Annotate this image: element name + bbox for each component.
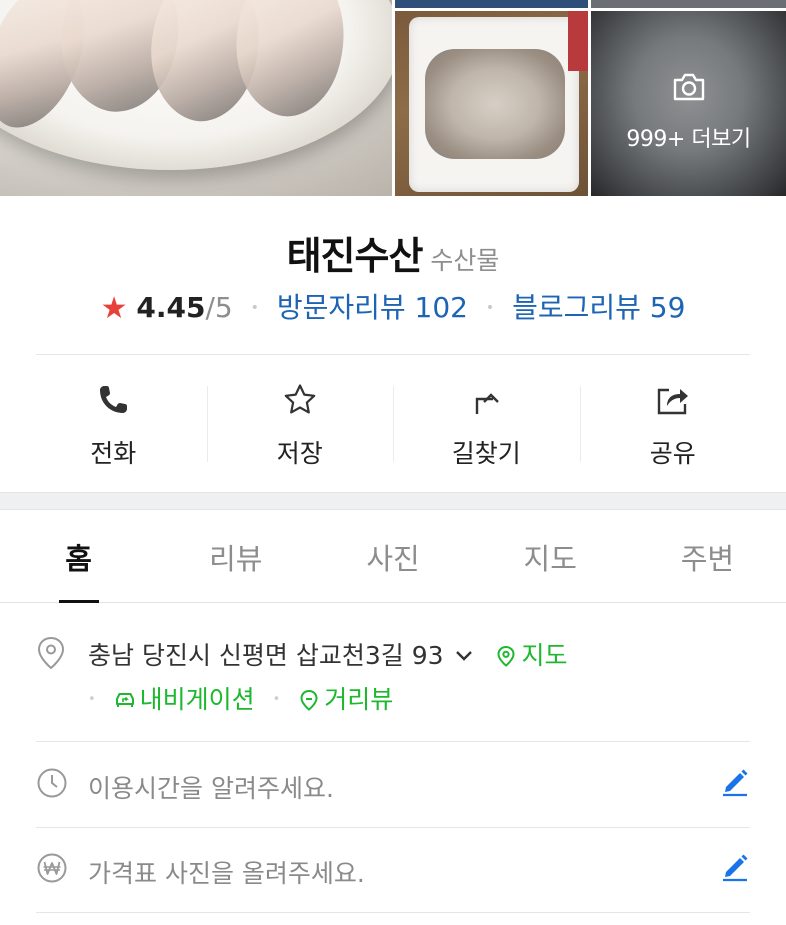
action-bar: 전화 저장 길찾기 공유: [20, 370, 766, 470]
rating-value: 4.45: [136, 291, 206, 324]
place-meta: ★ 4.45/5 • 방문자리뷰 102 • 블로그리뷰 59: [0, 286, 786, 326]
star-outline-icon: [284, 384, 316, 414]
divider: [36, 354, 750, 355]
divider: [36, 741, 750, 742]
section-separator: [0, 492, 786, 510]
separator-dot: •: [485, 300, 495, 316]
photo-more-thumbnail[interactable]: 999+ 더보기: [591, 11, 786, 196]
place-name: 태진수산: [286, 234, 424, 278]
tab-photos-label: 사진: [366, 542, 420, 576]
tab-map-label: 지도: [523, 542, 577, 576]
street-view-link[interactable]: 거리뷰: [298, 685, 393, 714]
car-icon: [115, 693, 134, 707]
address-text[interactable]: 충남 당진시 신평면 삽교천3길 93: [88, 641, 444, 670]
tab-photos[interactable]: 사진: [314, 510, 471, 602]
tab-map[interactable]: 지도: [472, 510, 629, 602]
divider: [36, 912, 750, 913]
call-label: 전화: [90, 439, 137, 468]
camera-icon: [673, 73, 705, 101]
tab-reviews-label: 리뷰: [209, 542, 263, 576]
photo-thumbnail[interactable]: [395, 11, 588, 196]
clock-icon: [37, 768, 67, 798]
directions-button[interactable]: 길찾기: [393, 370, 580, 470]
tab-home[interactable]: 홈: [0, 510, 157, 603]
visitor-reviews-link[interactable]: 방문자리뷰 102: [277, 291, 468, 324]
more-photos-label[interactable]: 999+ 더보기: [591, 121, 786, 153]
save-button[interactable]: 저장: [206, 370, 394, 470]
photo-strip: 999+ 더보기: [0, 0, 786, 196]
food-graphic: [425, 49, 565, 159]
location-pin-icon: [37, 636, 65, 670]
directions-label: 길찾기: [451, 439, 521, 468]
rating-star-icon: ★: [100, 291, 128, 326]
place-header: 태진수산 수산물: [0, 225, 786, 280]
divider: [36, 827, 750, 828]
phone-icon: [100, 386, 128, 413]
rating-max: /5: [205, 291, 233, 324]
edit-pencil-icon[interactable]: [720, 852, 750, 882]
navigation-link[interactable]: 내비게이션: [114, 685, 263, 714]
chevron-down-icon[interactable]: [454, 646, 474, 666]
share-label: 공유: [649, 439, 696, 468]
price-placeholder: 가격표 사진을 올려주세요.: [88, 859, 365, 888]
tab-reviews[interactable]: 리뷰: [157, 510, 314, 602]
tab-bar: 홈 리뷰 사진 지도 주변: [0, 510, 786, 603]
tab-home-label: 홈: [65, 542, 92, 576]
food-graphic: [568, 11, 588, 71]
map-link[interactable]: 지도: [495, 641, 567, 670]
separator-dot: •: [88, 692, 96, 707]
call-button[interactable]: 전화: [20, 370, 207, 470]
hours-row: 이용시간을 알려주세요.: [36, 755, 750, 815]
separator-dot: •: [250, 300, 259, 316]
separator-dot: •: [272, 692, 281, 707]
share-icon: [657, 388, 688, 415]
navigation-link-label: 내비게이션: [139, 685, 255, 714]
photo-top-sliver[interactable]: [591, 0, 786, 8]
tab-nearby[interactable]: 주변: [629, 510, 786, 602]
hours-placeholder: 이용시간을 알려주세요.: [88, 774, 334, 803]
street-view-link-label: 거리뷰: [324, 685, 394, 714]
map-pin-icon: [497, 645, 515, 667]
map-link-label: 지도: [521, 641, 568, 670]
place-category: 수산물: [430, 246, 500, 275]
share-button[interactable]: 공유: [579, 370, 767, 470]
photo-main[interactable]: [0, 0, 392, 196]
blog-reviews-link[interactable]: 블로그리뷰 59: [512, 291, 685, 324]
active-tab-indicator: [58, 600, 99, 603]
price-row: 가격표 사진을 올려주세요.: [36, 840, 750, 900]
directions-arrow-icon: [476, 393, 500, 414]
address-links: • 내비게이션 • 거리뷰: [88, 680, 393, 716]
address-line: 충남 당진시 신평면 삽교천3길 93 지도: [88, 636, 567, 672]
save-label: 저장: [276, 439, 323, 468]
photo-top-sliver[interactable]: [395, 0, 588, 8]
won-currency-icon: [37, 853, 67, 883]
tab-nearby-label: 주변: [680, 542, 735, 576]
street-view-icon: [300, 689, 318, 711]
edit-pencil-icon[interactable]: [720, 767, 750, 797]
